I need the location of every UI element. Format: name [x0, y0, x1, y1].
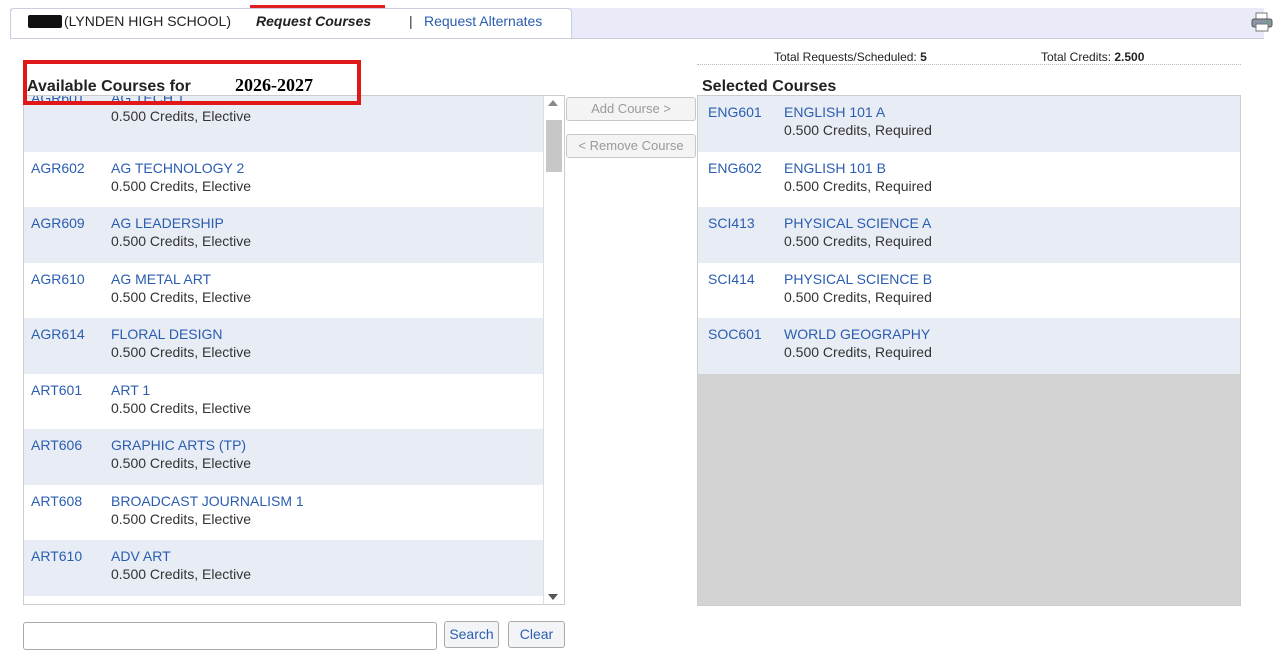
- course-row[interactable]: SCI414 PHYSICAL SCIENCE B 0.500 Credits, R…: [698, 262, 1240, 318]
- school-name: (LYNDEN HIGH SCHOOL): [64, 13, 231, 29]
- divider: [697, 64, 1241, 65]
- course-code: ART601: [31, 381, 83, 398]
- course-credits: 0.500 Credits, Elective: [111, 566, 252, 582]
- course-credits: 0.500 Credits, Required: [784, 233, 932, 249]
- total-credits-label: Total Credits:: [1041, 50, 1112, 64]
- scroll-up-icon[interactable]: [548, 100, 558, 106]
- course-name[interactable]: GRAPHIC ARTS (TP): [111, 437, 246, 453]
- course-row[interactable]: AGR602 AG TECHNOLOGY 2 0.500 Credits, Elec…: [24, 152, 543, 208]
- course-credits: 0.500 Credits, Elective: [111, 288, 252, 305]
- course-code: SOC601: [708, 326, 762, 342]
- available-courses-scrollbar[interactable]: [543, 95, 565, 605]
- course-name[interactable]: AG LEADERSHIP: [111, 215, 224, 231]
- search-button[interactable]: Search: [444, 621, 499, 648]
- course-name[interactable]: PHYSICAL SCIENCE B: [784, 271, 932, 287]
- add-course-button[interactable]: Add Course >: [566, 97, 696, 121]
- course-name[interactable]: ART 1: [111, 382, 150, 398]
- course-name[interactable]: ENGLISH 101 A: [784, 104, 885, 120]
- redacted-student-name: [28, 15, 62, 28]
- course-credits: 0.500 Credits, Required: [784, 177, 932, 194]
- total-credits-value: 2.500: [1114, 50, 1145, 64]
- course-credits: 0.500 Credits, Elective: [111, 344, 252, 360]
- active-tab-indicator: [250, 5, 385, 8]
- course-row[interactable]: AGR609 AG LEADERSHIP 0.500 Credits, Electi…: [24, 207, 543, 263]
- total-credits: Total Credits: 2.500: [1041, 50, 1144, 64]
- total-requests-label: Total Requests/Scheduled:: [774, 50, 917, 64]
- course-name[interactable]: AG TECHNOLOGY 2: [111, 160, 244, 176]
- tab-request-courses-label[interactable]: Request Courses: [256, 13, 371, 29]
- course-code: AGR602: [31, 159, 85, 176]
- remove-course-button[interactable]: < Remove Course: [566, 134, 696, 158]
- tab-request-alternates[interactable]: Request Alternates: [424, 13, 542, 29]
- course-credits: 0.500 Credits, Elective: [111, 455, 252, 471]
- course-row[interactable]: ENG602 ENGLISH 101 B 0.500 Credits, Requir…: [698, 151, 1240, 207]
- course-name[interactable]: ENGLISH 101 B: [784, 160, 886, 176]
- course-code: ART610: [31, 548, 83, 564]
- scroll-down-icon[interactable]: [548, 594, 558, 600]
- course-code: AGR610: [31, 270, 85, 287]
- course-name[interactable]: FLORAL DESIGN: [111, 326, 223, 342]
- course-name[interactable]: AG METAL ART: [111, 271, 211, 287]
- course-code: SCI414: [708, 270, 755, 287]
- available-courses-list[interactable]: AGR601 AG TECH 1 0.500 Credits, Elective AG…: [23, 95, 543, 605]
- total-requests-value: 5: [920, 50, 927, 64]
- course-code: ART606: [31, 437, 83, 453]
- course-code: AGR614: [31, 326, 85, 342]
- course-credits: 0.500 Credits, Required: [784, 122, 932, 138]
- course-name[interactable]: PHYSICAL SCIENCE A: [784, 215, 931, 231]
- scroll-thumb[interactable]: [546, 120, 562, 172]
- course-credits: 0.500 Credits, Elective: [111, 233, 252, 249]
- course-code: ENG602: [708, 159, 762, 176]
- selected-courses-title: Selected Courses: [702, 78, 837, 95]
- course-row[interactable]: ART608 BROADCAST JOURNALISM 1 0.500 Credit…: [24, 485, 543, 541]
- clear-button[interactable]: Clear: [508, 621, 565, 648]
- course-row[interactable]: SCI413 PHYSICAL SCIENCE A 0.500 Credits, R…: [698, 207, 1240, 263]
- course-row[interactable]: AGR610 AG METAL ART 0.500 Credits, Electiv…: [24, 263, 543, 319]
- course-credits: 0.500 Credits, Required: [784, 288, 932, 305]
- course-code: SCI413: [708, 215, 755, 231]
- course-row[interactable]: ART606 GRAPHIC ARTS (TP) 0.500 Credits, El…: [24, 429, 543, 485]
- selected-courses-list[interactable]: ENG601 ENGLISH 101 A 0.500 Credits, Requir…: [697, 95, 1241, 606]
- course-row[interactable]: SOC601 WORLD GEOGRAPHY 0.500 Credits, Requ…: [698, 318, 1240, 374]
- course-row[interactable]: ART601 ART 1 0.500 Credits, Elective: [24, 374, 543, 430]
- highlight-box: [23, 60, 361, 105]
- course-credits: 0.500 Credits, Elective: [111, 399, 252, 416]
- course-row[interactable]: ENG601 ENGLISH 101 A 0.500 Credits, Requir…: [698, 96, 1240, 152]
- course-credits: 0.500 Credits, Elective: [111, 510, 252, 527]
- course-row[interactable]: AGR614 FLORAL DESIGN 0.500 Credits, Electi…: [24, 318, 543, 374]
- course-credits: 0.500 Credits, Elective: [111, 108, 252, 124]
- search-input[interactable]: [23, 622, 437, 650]
- course-row[interactable]: ART610 ADV ART 0.500 Credits, Elective: [24, 540, 543, 596]
- course-credits: 0.500 Credits, Required: [784, 344, 932, 360]
- course-credits: 0.500 Credits, Elective: [111, 177, 252, 194]
- course-code: ENG601: [708, 104, 762, 120]
- course-name[interactable]: ADV ART: [111, 548, 171, 564]
- tab-separator: |: [409, 13, 413, 29]
- course-code: AGR609: [31, 215, 85, 231]
- course-name[interactable]: WORLD GEOGRAPHY: [784, 326, 930, 342]
- total-requests: Total Requests/Scheduled: 5: [774, 50, 927, 64]
- print-icon[interactable]: [1251, 12, 1273, 32]
- course-name[interactable]: BROADCAST JOURNALISM 1: [111, 493, 304, 509]
- course-code: ART608: [31, 492, 83, 509]
